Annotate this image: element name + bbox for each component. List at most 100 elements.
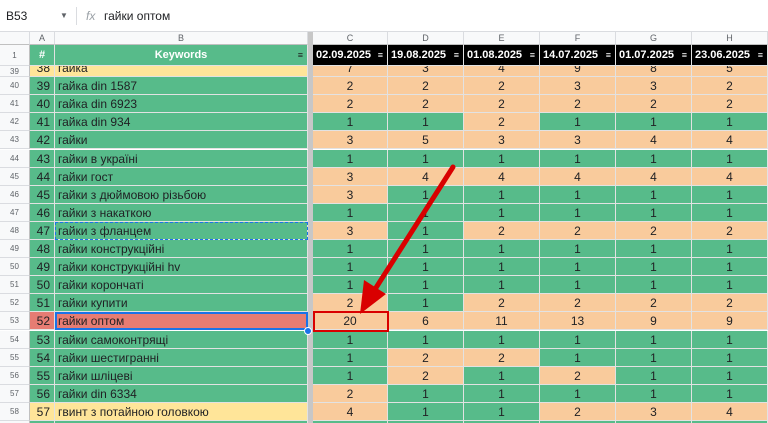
value-cell[interactable]: 2 xyxy=(388,77,464,96)
value-cell[interactable]: 1 xyxy=(616,203,692,222)
row-number-cell[interactable]: 51 xyxy=(30,294,55,313)
row-header[interactable]: 47 xyxy=(0,203,30,222)
value-cell[interactable]: 20 xyxy=(313,312,388,331)
value-cell[interactable]: 1 xyxy=(540,330,616,349)
keyword-cell[interactable]: гайки din 6334 xyxy=(55,384,308,403)
value-cell[interactable]: 1 xyxy=(313,113,388,132)
row-number-cell[interactable]: 57 xyxy=(30,402,55,421)
value-cell[interactable]: 2 xyxy=(616,221,692,240)
header-cell-number[interactable]: # xyxy=(30,45,55,66)
value-cell[interactable]: 3 xyxy=(313,167,388,186)
value-cell[interactable]: 1 xyxy=(616,240,692,259)
value-cell[interactable]: 2 xyxy=(540,294,616,313)
row-header-1[interactable]: 1 xyxy=(0,45,30,66)
value-cell[interactable]: 1 xyxy=(540,258,616,277)
row-header[interactable]: 41 xyxy=(0,95,30,114)
keyword-cell[interactable]: гайки в україні xyxy=(55,149,308,168)
value-cell[interactable]: 1 xyxy=(616,113,692,132)
keyword-cell[interactable]: гайки з дюймовою різьбою xyxy=(55,185,308,204)
value-cell[interactable]: 2 xyxy=(313,77,388,96)
value-cell[interactable]: 8 xyxy=(616,66,692,78)
value-cell[interactable]: 2 xyxy=(464,221,540,240)
row-number-cell[interactable]: 46 xyxy=(30,203,55,222)
keyword-cell[interactable]: гайки купити xyxy=(55,294,308,313)
value-cell[interactable]: 2 xyxy=(464,113,540,132)
value-cell[interactable]: 2 xyxy=(540,402,616,421)
row-header[interactable]: 58 xyxy=(0,402,30,421)
filter-icon[interactable]: ≡ xyxy=(606,45,611,65)
value-cell[interactable]: 1 xyxy=(313,348,388,367)
keyword-cell[interactable]: гайки гост xyxy=(55,167,308,186)
value-cell[interactable]: 1 xyxy=(616,149,692,168)
value-cell[interactable]: 4 xyxy=(464,167,540,186)
value-cell[interactable]: 1 xyxy=(388,203,464,222)
value-cell[interactable]: 2 xyxy=(540,95,616,114)
keyword-cell[interactable]: гайки xyxy=(55,131,308,150)
filter-icon[interactable]: ≡ xyxy=(682,45,687,65)
row-header[interactable]: 51 xyxy=(0,276,30,295)
value-cell[interactable]: 2 xyxy=(464,294,540,313)
row-header[interactable]: 45 xyxy=(0,167,30,186)
row-number-cell[interactable]: 50 xyxy=(30,276,55,295)
keyword-cell[interactable]: гайки з накаткою xyxy=(55,203,308,222)
value-cell[interactable]: 6 xyxy=(388,312,464,331)
name-box[interactable]: B53 xyxy=(6,6,66,26)
value-cell[interactable]: 1 xyxy=(464,258,540,277)
value-cell[interactable]: 9 xyxy=(540,66,616,78)
value-cell[interactable]: 1 xyxy=(540,203,616,222)
row-number-cell[interactable]: 55 xyxy=(30,366,55,385)
value-cell[interactable]: 3 xyxy=(540,131,616,150)
row-number-cell[interactable]: 54 xyxy=(30,348,55,367)
value-cell[interactable]: 1 xyxy=(388,294,464,313)
keyword-cell[interactable]: гайка din 934 xyxy=(55,113,308,132)
filter-icon[interactable]: ≡ xyxy=(454,45,459,65)
value-cell[interactable]: 1 xyxy=(692,348,768,367)
value-cell[interactable]: 3 xyxy=(313,131,388,150)
value-cell[interactable]: 2 xyxy=(692,221,768,240)
value-cell[interactable]: 1 xyxy=(692,149,768,168)
header-cell-keywords[interactable]: Keywords ≡ xyxy=(55,45,308,66)
value-cell[interactable]: 1 xyxy=(540,276,616,295)
row-header[interactable]: 57 xyxy=(0,384,30,403)
value-cell[interactable]: 1 xyxy=(692,185,768,204)
row-number-cell[interactable]: 40 xyxy=(30,95,55,114)
header-cell-date[interactable]: 01.08.2025 ≡ xyxy=(464,45,540,66)
value-cell[interactable]: 1 xyxy=(616,366,692,385)
row-header[interactable]: 43 xyxy=(0,131,30,150)
value-cell[interactable]: 1 xyxy=(464,203,540,222)
value-cell[interactable]: 2 xyxy=(313,384,388,403)
value-cell[interactable]: 1 xyxy=(540,149,616,168)
formula-input[interactable]: гайки оптом xyxy=(104,6,170,26)
row-header[interactable]: 49 xyxy=(0,240,30,259)
value-cell[interactable]: 2 xyxy=(313,294,388,313)
value-cell[interactable]: 1 xyxy=(313,240,388,259)
value-cell[interactable]: 2 xyxy=(388,95,464,114)
frozen-column-divider[interactable] xyxy=(308,32,313,423)
value-cell[interactable]: 1 xyxy=(616,258,692,277)
row-number-cell[interactable]: 56 xyxy=(30,384,55,403)
column-header-h[interactable]: H xyxy=(692,32,768,45)
value-cell[interactable]: 1 xyxy=(692,203,768,222)
value-cell[interactable]: 3 xyxy=(313,185,388,204)
value-cell[interactable]: 1 xyxy=(313,276,388,295)
row-header[interactable]: 40 xyxy=(0,77,30,96)
header-cell-date[interactable]: 23.06.2025 ≡ xyxy=(692,45,768,66)
row-number-cell[interactable]: 49 xyxy=(30,258,55,277)
value-cell[interactable]: 3 xyxy=(616,402,692,421)
value-cell[interactable]: 1 xyxy=(388,258,464,277)
value-cell[interactable]: 1 xyxy=(313,149,388,168)
value-cell[interactable]: 1 xyxy=(388,402,464,421)
keyword-cell[interactable]: гайки шестигранні xyxy=(55,348,308,367)
value-cell[interactable]: 5 xyxy=(388,131,464,150)
value-cell[interactable]: 1 xyxy=(692,276,768,295)
filter-icon[interactable]: ≡ xyxy=(378,45,383,65)
row-number-cell[interactable]: 41 xyxy=(30,113,55,132)
row-number-cell[interactable]: 42 xyxy=(30,131,55,150)
filter-icon[interactable]: ≡ xyxy=(530,45,535,65)
value-cell[interactable]: 1 xyxy=(616,330,692,349)
column-header-corner[interactable] xyxy=(0,32,30,45)
row-number-cell[interactable]: 48 xyxy=(30,240,55,259)
value-cell[interactable]: 1 xyxy=(692,384,768,403)
value-cell[interactable]: 1 xyxy=(692,240,768,259)
header-cell-date[interactable]: 02.09.2025 ≡ xyxy=(313,45,388,66)
